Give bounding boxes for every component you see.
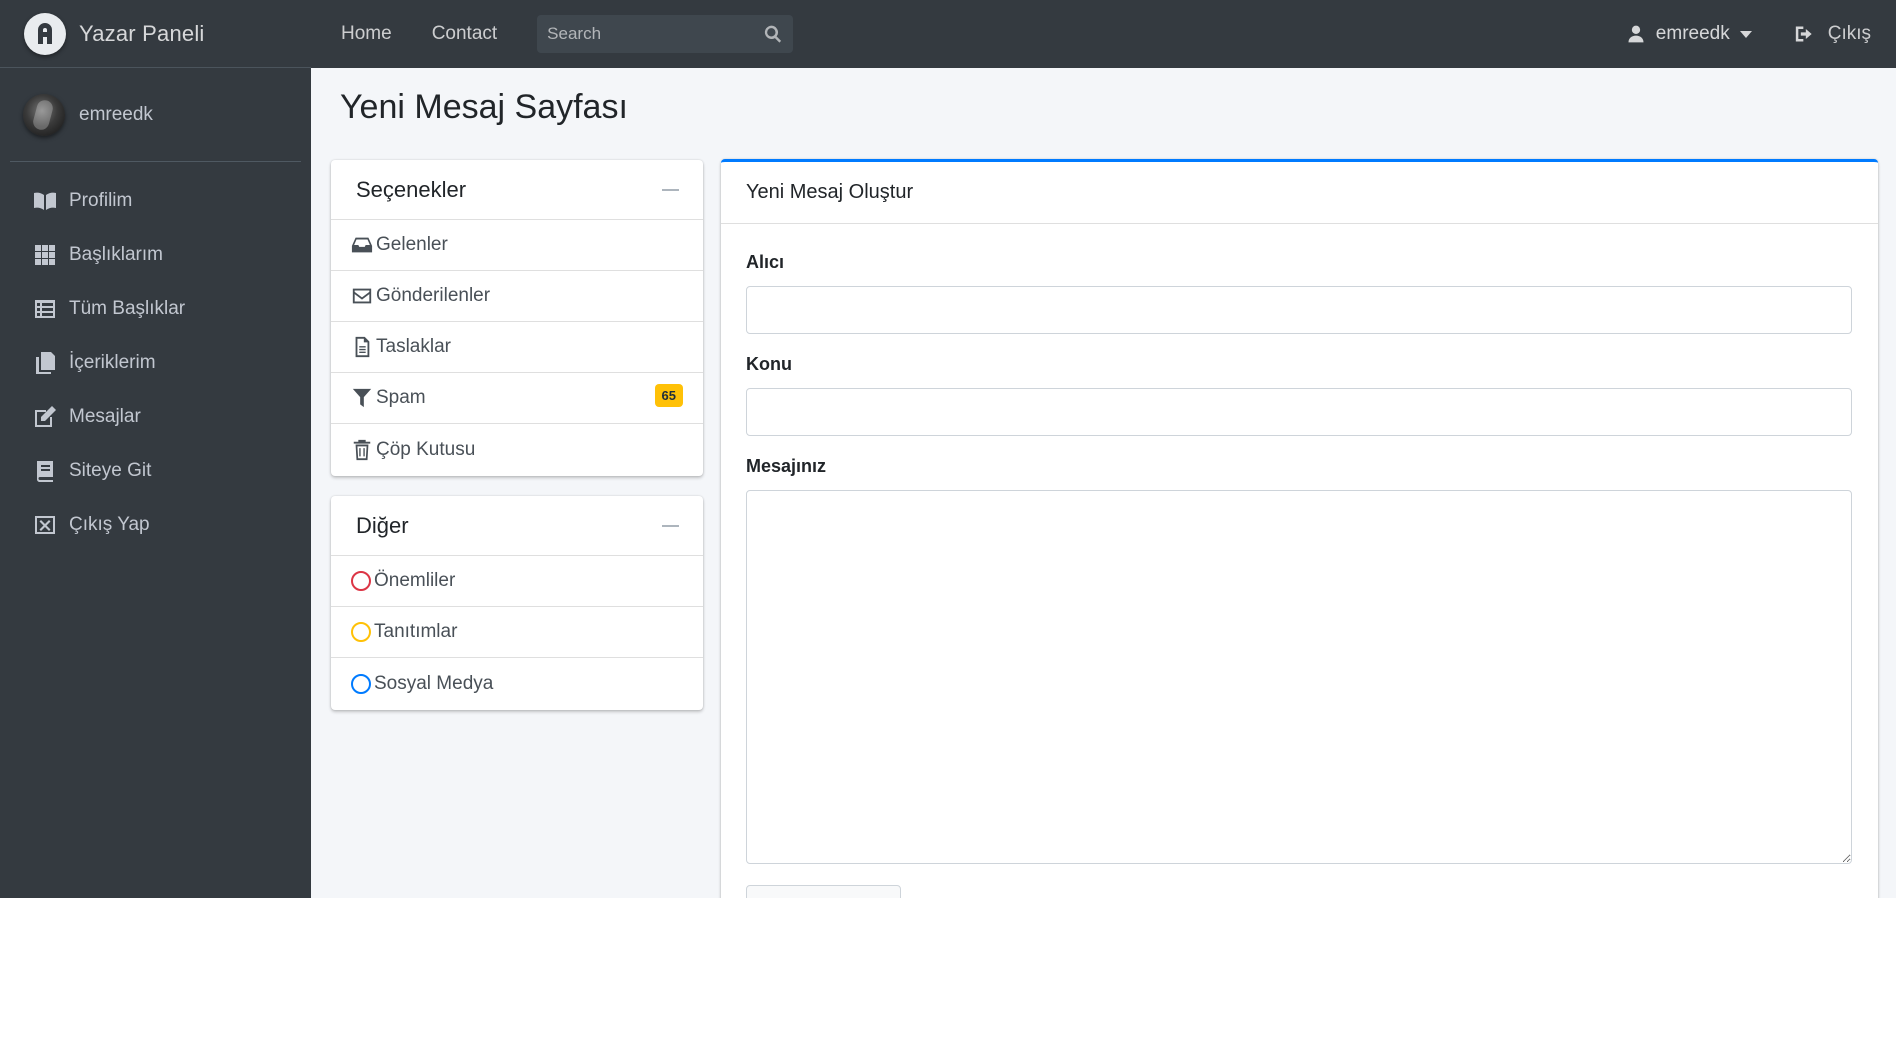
sidebar-item-siteye-git[interactable]: Siteye Git — [0, 444, 311, 498]
spam-count-badge: 65 — [654, 384, 683, 407]
folder-item-gonderilenler[interactable]: Gönderilenler — [331, 271, 703, 322]
trash-icon — [353, 439, 371, 460]
folder-label: Çöp Kutusu — [376, 438, 476, 460]
sidebar-item-label: Siteye Git — [69, 460, 152, 481]
folder-item-taslaklar[interactable]: Taslaklar — [331, 322, 703, 373]
collapse-minus-icon[interactable] — [662, 524, 679, 527]
copy-icon — [36, 352, 55, 374]
envelope-icon — [352, 288, 372, 304]
sidebar-item-iceriklerim[interactable]: İçeriklerim — [0, 336, 311, 390]
brand-title: Yazar Paneli — [79, 20, 205, 46]
window-close-icon — [35, 516, 55, 534]
folder-item-gelenler[interactable]: Gelenler — [331, 220, 703, 271]
recipient-input[interactable] — [746, 286, 1852, 334]
file-icon — [355, 336, 370, 358]
sidebar-item-label: Başlıklarım — [69, 244, 163, 265]
logout-link[interactable]: Çıkış — [1794, 23, 1871, 45]
sidebar-item-mesajlar[interactable]: Mesajlar — [0, 390, 311, 444]
logo-icon — [24, 12, 66, 55]
other-card-title: Diğer — [356, 512, 409, 538]
label-item-onemliler[interactable]: Önemliler — [331, 556, 703, 607]
sidebar: Yazar Paneli emreedk Profilim Başlıkları… — [0, 0, 311, 898]
send-button[interactable] — [746, 885, 901, 898]
message-label: Mesajınız — [746, 456, 827, 476]
label-text: Sosyal Medya — [374, 672, 494, 694]
compose-card-header: Yeni Mesaj Oluştur — [721, 162, 1878, 224]
sidebar-item-label: Çıkış Yap — [69, 514, 150, 535]
sidebar-item-cikis-yap[interactable]: Çıkış Yap — [0, 498, 311, 552]
nav-contact-link[interactable]: Contact — [432, 23, 497, 45]
label-item-sosyal-medya[interactable]: Sosyal Medya — [331, 658, 703, 709]
folder-item-spam[interactable]: Spam 65 — [331, 373, 703, 424]
app-viewport: Yazar Paneli emreedk Profilim Başlıkları… — [0, 0, 1896, 898]
options-card: Seçenekler Gelenler Gönderilenler Taslak… — [331, 160, 703, 476]
compose-card: Yeni Mesaj Oluştur Alıcı Konu Mesajınız — [721, 159, 1878, 898]
user-dropdown-label: emreedk — [1655, 23, 1730, 44]
folder-label: Gelenler — [376, 234, 448, 255]
sign-out-icon — [1795, 26, 1812, 42]
folder-label: Spam — [376, 387, 426, 408]
sidebar-item-label: İçeriklerim — [69, 352, 156, 373]
book-open-icon — [34, 192, 56, 210]
user-icon — [1628, 25, 1644, 43]
user-name[interactable]: emreedk — [79, 104, 153, 126]
options-card-header: Seçenekler — [331, 160, 703, 220]
edit-icon — [35, 406, 56, 427]
folder-item-cop-kutusu[interactable]: Çöp Kutusu — [331, 424, 703, 475]
folder-label: Taslaklar — [376, 336, 451, 357]
compose-card-title: Yeni Mesaj Oluştur — [746, 181, 914, 203]
sidebar-item-label: Mesajlar — [69, 406, 141, 427]
other-card: Diğer Önemliler Tanıtımlar Sosyal Medya — [331, 496, 703, 710]
brand-link[interactable]: Yazar Paneli — [0, 0, 311, 68]
list-icon — [35, 300, 55, 318]
label-item-tanitimlar[interactable]: Tanıtımlar — [331, 607, 703, 658]
circle-icon — [351, 622, 371, 642]
sidebar-nav: Profilim Başlıklarım Tüm Başlıklar İçeri… — [0, 162, 311, 552]
label-text: Önemliler — [374, 570, 456, 591]
top-right-actions: emreedk Çıkış — [1626, 23, 1871, 45]
nav-home-link[interactable]: Home — [341, 23, 392, 45]
collapse-minus-icon[interactable] — [662, 188, 679, 191]
search-icon[interactable] — [763, 24, 783, 44]
book-icon — [36, 461, 53, 482]
page-title: Yeni Mesaj Sayfası — [340, 88, 628, 126]
search-box — [537, 15, 794, 53]
subject-label: Konu — [746, 354, 792, 374]
sidebar-item-label: Profilim — [69, 190, 133, 211]
sidebar-item-tum-basliklar[interactable]: Tüm Başlıklar — [0, 282, 311, 336]
user-dropdown[interactable]: emreedk — [1626, 23, 1752, 45]
options-card-title: Seçenekler — [356, 176, 467, 202]
caret-down-icon — [1739, 30, 1752, 38]
sidebar-item-basliklarim[interactable]: Başlıklarım — [0, 228, 311, 282]
label-text: Tanıtımlar — [374, 621, 458, 642]
avatar — [23, 93, 65, 136]
search-input[interactable] — [547, 24, 748, 44]
message-textarea[interactable] — [746, 490, 1852, 864]
recipient-label: Alıcı — [746, 252, 785, 272]
sidebar-item-profilim[interactable]: Profilim — [0, 174, 311, 228]
subject-input[interactable] — [746, 388, 1852, 436]
top-navbar: Home Contact emreedk Çıkış — [311, 0, 1896, 68]
compose-form: Alıcı Konu Mesajınız — [721, 224, 1878, 898]
inbox-icon — [351, 237, 373, 253]
filter-icon — [352, 388, 372, 408]
sidebar-item-label: Tüm Başlıklar — [69, 298, 186, 319]
other-card-header: Diğer — [331, 496, 703, 556]
circle-icon — [351, 673, 371, 694]
logout-label: Çıkış — [1827, 23, 1871, 44]
circle-icon — [351, 571, 371, 591]
grid-icon — [35, 245, 55, 265]
folder-label: Gönderilenler — [376, 285, 491, 306]
user-panel[interactable]: emreedk — [10, 68, 301, 162]
